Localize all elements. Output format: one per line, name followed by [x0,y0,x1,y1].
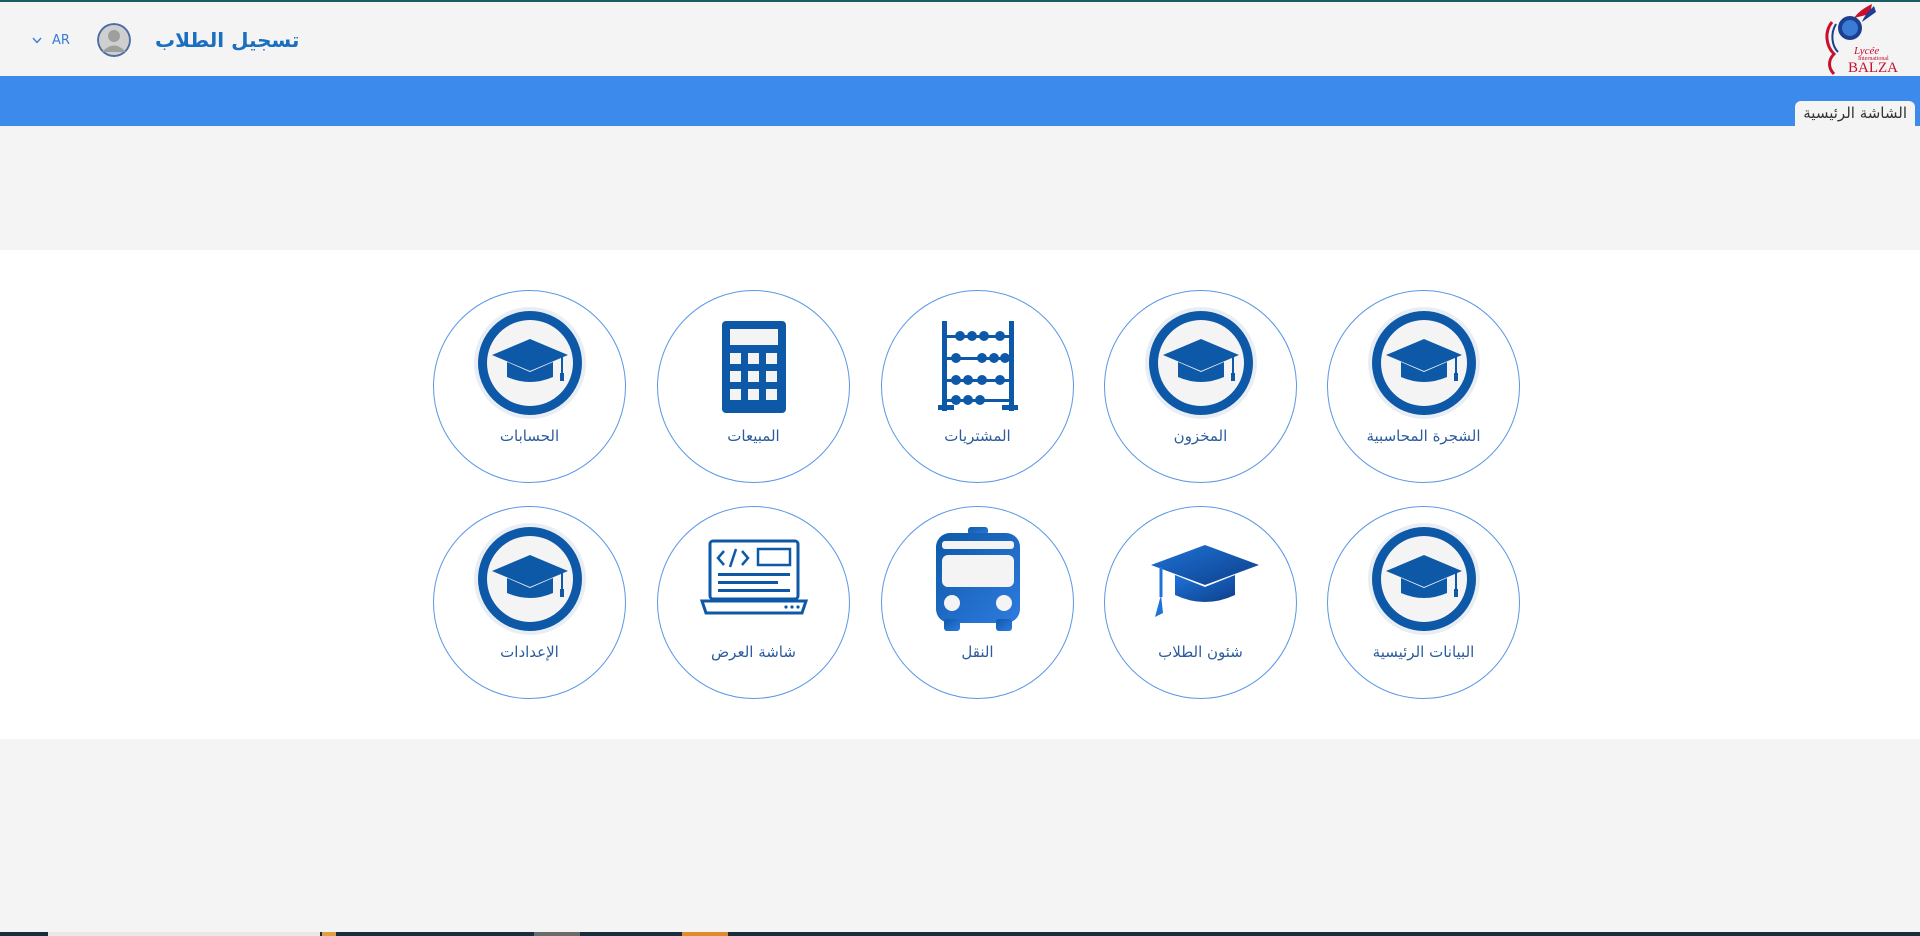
tile-label: المبيعات [727,427,780,445]
tile-display-screen[interactable]: شاشة العرض [657,506,850,699]
user-icon [97,23,131,57]
tile-student-affairs[interactable]: شئون الطلاب [1104,506,1297,699]
tile-label: النقل [961,643,994,661]
tile-label: شاشة العرض [711,643,796,661]
graduation-cap-badge-icon [472,305,588,425]
tile-accounts[interactable]: الحسابات [433,290,626,483]
svg-text:BALZAC: BALZAC [1848,60,1898,76]
tile-inventory[interactable]: المخزون [1104,290,1297,483]
abacus-icon [920,305,1036,425]
chevron-down-icon [32,37,42,44]
avatar[interactable] [97,23,131,57]
tile-label: الحسابات [499,427,560,445]
app-title: تسجيل الطلاب [155,28,300,52]
tile-label: شئون الطلاب [1158,643,1243,661]
header: AR تسجيل الطلاب Lycée International BALZ… [0,2,1920,76]
graduation-cap-badge-icon [1366,521,1482,641]
bottom-strip [0,932,1920,936]
tile-label: الإعدادات [500,643,559,661]
bus-icon [920,521,1036,641]
tab-home[interactable]: الشاشة الرئيسية [1795,101,1915,126]
tile-settings[interactable]: الإعدادات [433,506,626,699]
tile-chart-of-accounts[interactable]: الشجرة المحاسبية [1327,290,1520,483]
calculator-icon [696,305,812,425]
tile-label: المشتريات [944,427,1011,445]
tile-label: المخزون [1173,427,1228,445]
tile-label: الشجرة المحاسبية [1366,427,1481,445]
school-logo: Lycée International BALZAC [1814,2,1908,78]
graduation-cap-badge-icon [1143,305,1259,425]
tile-purchases[interactable]: المشتريات [881,290,1074,483]
graduation-cap-badge-icon [472,521,588,641]
graduation-cap-icon [1143,521,1259,641]
tile-label: البيانات الرئيسية [1372,643,1475,661]
tile-sales[interactable]: المبيعات [657,290,850,483]
nav-bar [0,76,1920,126]
tile-transport[interactable]: النقل [881,506,1074,699]
modules-panel: الشجرة المحاسبية المخزون المشتريات المبي… [0,250,1920,739]
tile-master-data[interactable]: البيانات الرئيسية [1327,506,1520,699]
language-selector[interactable]: AR [32,32,70,48]
graduation-cap-badge-icon [1366,305,1482,425]
language-label: AR [52,32,70,48]
laptop-code-icon [696,521,812,641]
